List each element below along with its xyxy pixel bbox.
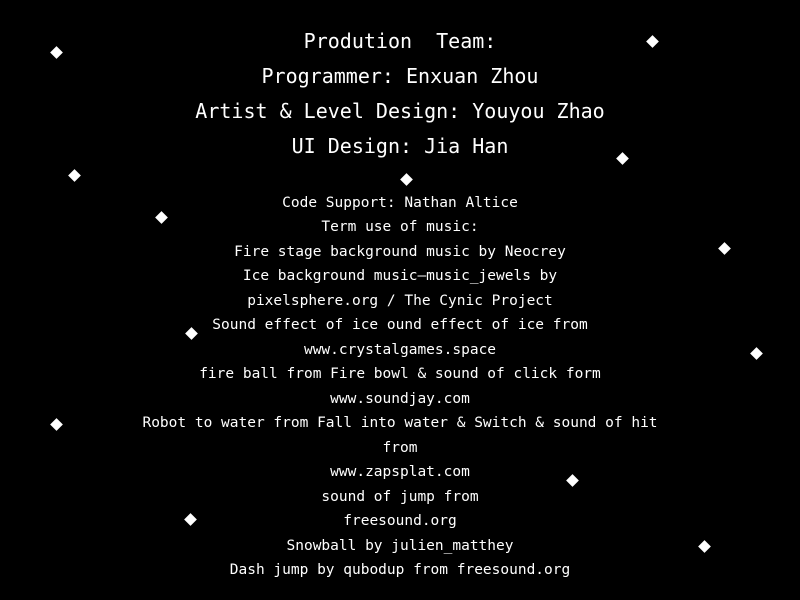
credit-line: www.zapsplat.com xyxy=(330,464,470,480)
credit-line: freesound.org xyxy=(343,513,457,529)
credit-ui-design: UI Design: Jia Han xyxy=(291,134,509,158)
credit-artist: Artist & Level Design: Youyou Zhao xyxy=(195,99,605,123)
credit-line: Fire stage background music by Neocrey xyxy=(234,244,566,260)
credit-line: www.crystalgames.space xyxy=(303,342,497,358)
credit-line: fire ball from Fire bowl & sound of clic… xyxy=(199,366,601,382)
credit-code-support: Code Support: Nathan Altice xyxy=(282,195,518,211)
credit-line: Ice background music—music_jewels by xyxy=(242,268,558,284)
credit-line: Sound effect of ice ound effect of ice f… xyxy=(212,317,588,333)
credit-line: from xyxy=(382,440,418,456)
credit-line: Robot to water from Fall into water & Sw… xyxy=(142,415,658,431)
credit-line: pixelsphere.org / The Cynic Project xyxy=(247,293,553,309)
credit-line: Snowball by julien_matthey xyxy=(286,538,514,554)
credits-heading: Prodution Team: xyxy=(303,29,497,53)
credit-line: www.soundjay.com xyxy=(330,391,470,407)
credit-programmer: Programmer: Enxuan Zhou xyxy=(261,64,539,88)
credits-screen: Prodution Team: Programmer: Enxuan Zhou … xyxy=(0,0,800,600)
diamond-sparkle-icon xyxy=(68,169,81,182)
credit-music-heading: Term use of music: xyxy=(321,219,479,235)
credit-line: sound of jump from xyxy=(321,489,479,505)
diamond-sparkle-icon xyxy=(400,173,413,186)
credit-line: Dash jump by qubodup from freesound.org xyxy=(229,562,571,578)
